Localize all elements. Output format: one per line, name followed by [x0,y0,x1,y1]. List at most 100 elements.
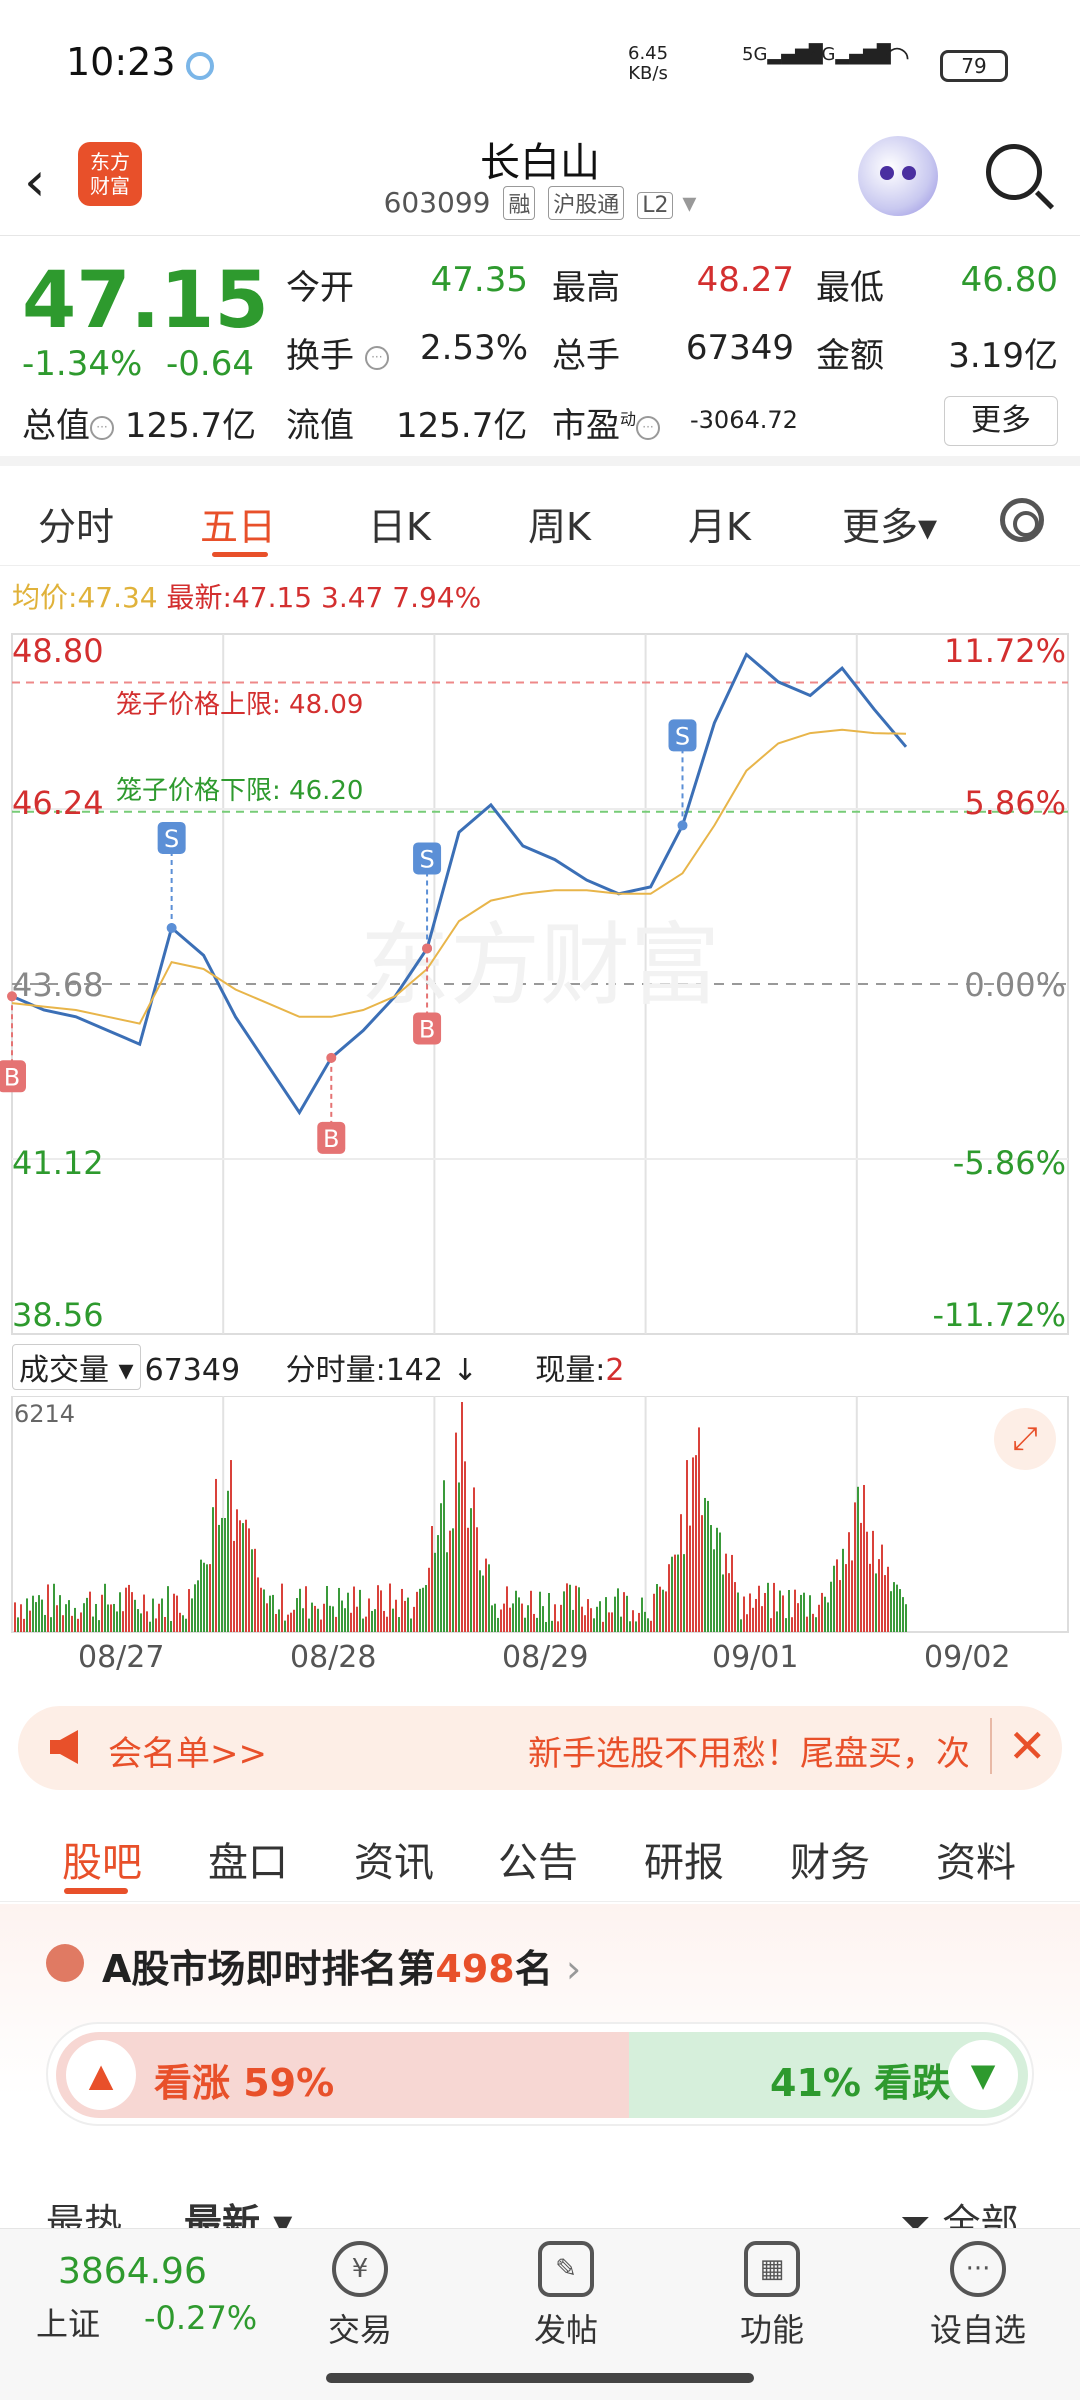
cap-row: 总值 ··· 125.7亿 [22,398,256,447]
tab-announcements[interactable]: 公告 [498,1830,578,1888]
total-cap-label: 总值 [22,406,90,446]
robot-avatar-icon[interactable] [858,136,938,216]
tab-more[interactable]: 更多▾ [842,496,937,551]
latest-label: 最新: [166,581,232,614]
index-name[interactable]: 上证 [36,2299,100,2345]
triangle-up-icon[interactable]: ▲ [66,2040,136,2110]
y-tick-right-0: 11.72% [943,632,1066,670]
marker-dot [422,943,433,954]
chart-period-tabs: 分时 五日 日K 周K 月K 更多▾ [0,476,1080,566]
tab-forum[interactable]: 股吧 [62,1830,142,1888]
quote-panel: 47.15 -1.34% -0.64 今开 47.35 最高 48.27 最低 … [0,236,1080,466]
range-amount: 3.47 [321,581,384,614]
turnover-label[interactable]: 换手 ··· [286,328,389,377]
amount-label: 金额 [816,336,884,376]
low-value: 46.80 [960,260,1058,300]
y-tick-left-4: 38.56 [12,1296,104,1334]
change-percent: -1.34% [22,344,143,384]
sort-row: 最热 最新 ▾ ⏷ 全部 [0,2188,1080,2228]
banner-right-text[interactable]: 新手选股不用愁！尾盘买，次 [528,1726,968,1775]
tag-l2: L2 [637,192,674,219]
turnover-value: 2.53% [419,328,528,368]
nav-trade[interactable]: ¥ 交易 [300,2241,420,2351]
five-day-chart[interactable]: 东方财富 BSBSBS [0,626,1080,1346]
info-icon[interactable]: ··· [90,415,114,440]
nav-functions[interactable]: ▦ 功能 [712,2241,832,2351]
banner-left-text[interactable]: 会名单>> [108,1726,267,1775]
tab-research[interactable]: 研报 [644,1830,724,1888]
current-price: 47.15 [22,256,269,346]
tab-intraday[interactable]: 分时 [38,496,114,551]
marker-label: B [419,1015,435,1043]
search-icon[interactable] [986,144,1042,200]
tab-daily-k[interactable]: 日K [368,496,431,551]
tab-news[interactable]: 资讯 [354,1830,434,1888]
status-time: 10:23 [66,40,176,84]
index-change[interactable]: -0.27% [144,2299,257,2337]
pe-label: 市盈动 ··· [552,398,661,447]
tab-finance[interactable]: 财务 [790,1830,870,1888]
bottom-nav: 3864.96 上证 -0.27% ¥ 交易 ✎ 发帖 ▦ 功能 ··· 设自选 [0,2228,1080,2400]
avg-price-line: 均价:47.34 最新:47.15 3.47 7.94% [12,576,481,616]
date-0: 08/27 [78,1640,165,1675]
marker-dot [326,1052,337,1063]
y-tick-right-1: 5.86% [964,784,1066,822]
dropdown-icon: ▾ [682,186,697,219]
vote-up-bar[interactable] [56,2032,630,2118]
marker-label: S [675,722,690,750]
tab-weekly-k[interactable]: 周K [528,496,591,551]
volume-header: 成交量 ▾ 67349 分时量:142 ↓ 现量:2 [12,1344,1072,1390]
expand-icon[interactable]: ⤢ [994,1408,1056,1470]
date-1: 08/28 [290,1640,377,1675]
tab-indicator [64,1888,128,1894]
status-dot-icon [186,52,214,80]
triangle-down-icon[interactable]: ▼ [948,2040,1018,2110]
high-label: 最高 [552,268,620,308]
volume-selector[interactable]: 成交量 ▾ [12,1344,141,1390]
market-rank[interactable]: A股市场即时排名第498名 › [102,1938,581,1993]
open-value: 47.35 [430,260,528,300]
volume-chart[interactable] [0,1396,1080,1636]
tab-indicator [212,552,268,557]
promo-banner[interactable]: 会名单>> 新手选股不用愁！尾盘买，次 ✕ [18,1706,1062,1790]
sort-new[interactable]: 最新 ▾ [184,2192,292,2228]
low-label: 最低 [816,268,884,308]
latest-value: 47.15 [231,581,313,614]
y-tick-right-2: 0.00% [964,966,1066,1004]
index-value[interactable]: 3864.96 [58,2251,207,2292]
volume-total: 67349 [144,1353,241,1388]
y-tick-left-3: 41.12 [12,1144,104,1182]
tab-monthly-k[interactable]: 月K [688,496,751,551]
y-tick-left-2: 43.68 [12,966,104,1004]
wifi-icon: ◠ [884,40,911,75]
more-button[interactable]: 更多 [944,396,1058,446]
avg-label: 均价: [12,581,78,614]
more-icon: ··· [950,2241,1006,2297]
home-indicator[interactable] [326,2373,754,2383]
series-price-line [11,652,908,1116]
status-bar: 10:23 6.45 KB/s 5G▂▄▆█ 4G▂▄▆█ ◠ 79 [0,0,1080,130]
gear-icon[interactable] [1000,498,1044,542]
y-tick-right-4: -11.72% [932,1296,1066,1334]
battery-icon: 79 [940,50,1008,82]
y-tick-right-3: -5.86% [952,1144,1066,1182]
sort-hot[interactable]: 最热 [46,2192,122,2228]
marker-dot [166,922,177,933]
y-tick-left-0: 48.80 [12,632,104,670]
sentiment-vote: ▲ 看涨 59% 41% 看跌 ▼ [46,2022,1034,2126]
filter-all[interactable]: ⏷ 全部 [900,2192,1019,2228]
ranking-area: A股市场即时排名第498名 › ▲ 看涨 59% 41% 看跌 ▼ [0,1904,1080,2224]
tab-five-day[interactable]: 五日 [200,496,276,551]
nav-post[interactable]: ✎ 发帖 [506,2241,626,2351]
grid-icon: ▦ [744,2241,800,2297]
chart-icon [46,1944,84,1982]
marker-label: B [323,1125,339,1153]
info-icon[interactable]: ··· [636,415,661,440]
date-3: 09/01 [712,1640,799,1675]
date-2: 08/29 [502,1640,589,1675]
nav-add-watchlist[interactable]: ··· 设自选 [918,2241,1038,2351]
close-icon[interactable]: ✕ [990,1718,1047,1774]
tick-volume: 分时量:142 [285,1353,443,1388]
tab-orderbook[interactable]: 盘口 [208,1830,288,1888]
tab-profile[interactable]: 资料 [936,1830,1016,1888]
